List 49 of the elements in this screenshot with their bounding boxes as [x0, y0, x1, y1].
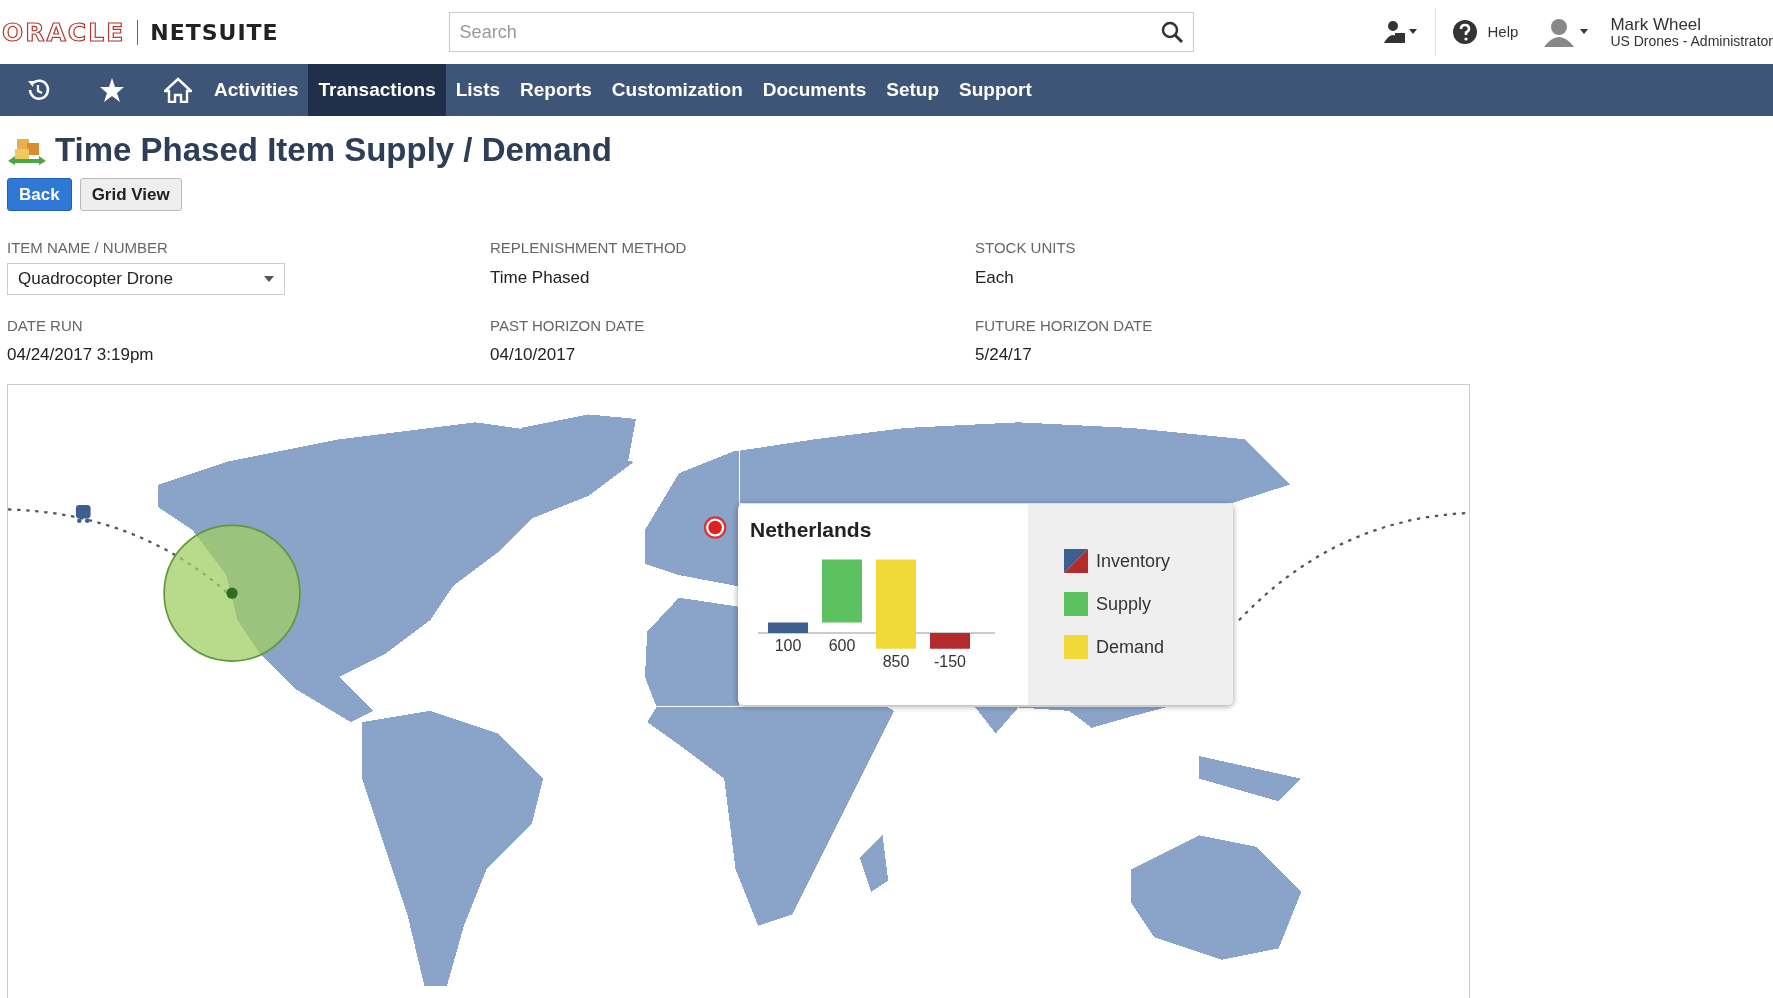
- brand-logo: ORACLE: [2, 19, 139, 45]
- value-label: 600: [828, 637, 856, 655]
- tooltip-title: Netherlands: [750, 516, 873, 543]
- back-button[interactable]: Back: [7, 177, 72, 212]
- legend-swatch: [1064, 635, 1088, 660]
- product-logo: NETSUITE: [150, 18, 279, 47]
- caret-icon[interactable]: [264, 275, 274, 282]
- history-icon[interactable]: [25, 77, 51, 103]
- field-value: 04/10/2017: [490, 344, 577, 367]
- value-label: 100: [774, 637, 802, 655]
- nav-tab[interactable]: Documents: [752, 64, 877, 116]
- search-field[interactable]: Search: [448, 12, 1194, 52]
- search-icon[interactable]: [1159, 20, 1184, 44]
- help-link[interactable]: Help: [1487, 20, 1519, 44]
- field-value: 04/24/2017 3:19pm: [7, 344, 155, 367]
- home-icon[interactable]: [164, 77, 192, 103]
- star-icon[interactable]: [99, 77, 125, 103]
- nav-tab[interactable]: Activities: [204, 64, 309, 116]
- field-label: REPLENISHMENT METHOD: [490, 238, 688, 259]
- field-value: Each: [975, 266, 1015, 289]
- nav-tab[interactable]: Setup: [876, 64, 949, 116]
- legend-swatch: [1064, 549, 1088, 574]
- field-label: FUTURE HORIZON DATE: [975, 315, 1154, 336]
- item-select[interactable]: Quadrocopter Drone: [7, 262, 285, 295]
- field-label: STOCK UNITS: [975, 238, 1077, 259]
- location-circle[interactable]: [163, 524, 301, 662]
- legend-label: Demand: [1096, 635, 1165, 659]
- field-label: ITEM NAME / NUMBER: [7, 238, 169, 259]
- value-label: -150: [934, 652, 966, 670]
- nav-tab[interactable]: Lists: [445, 64, 511, 116]
- legend-label: Supply: [1096, 592, 1152, 616]
- nav-tab[interactable]: Reports: [510, 64, 602, 116]
- field-value: 5/24/17: [975, 344, 1033, 367]
- value-label: 850: [882, 652, 910, 670]
- legend-label: Inventory: [1096, 549, 1171, 573]
- location-pin[interactable]: [703, 515, 727, 539]
- field-value: Time Phased: [490, 266, 591, 289]
- nav-tab[interactable]: Customization: [601, 64, 753, 116]
- user-name[interactable]: Mark Wheel: [1610, 15, 1773, 34]
- field-label: DATE RUN: [7, 315, 84, 336]
- user-role: US Drones - Administrator: [1610, 33, 1773, 49]
- field-label: PAST HORIZON DATE: [490, 315, 646, 336]
- legend-swatch: [1064, 592, 1088, 617]
- nav-tab[interactable]: Transactions: [308, 64, 446, 116]
- help-icon[interactable]: [1451, 19, 1478, 45]
- vehicle-icon[interactable]: [75, 504, 91, 523]
- grid-view-button[interactable]: Grid View: [79, 177, 182, 212]
- nav-tab[interactable]: Support: [949, 64, 1042, 116]
- page-title: Time Phased Item Supply / Demand: [55, 130, 612, 170]
